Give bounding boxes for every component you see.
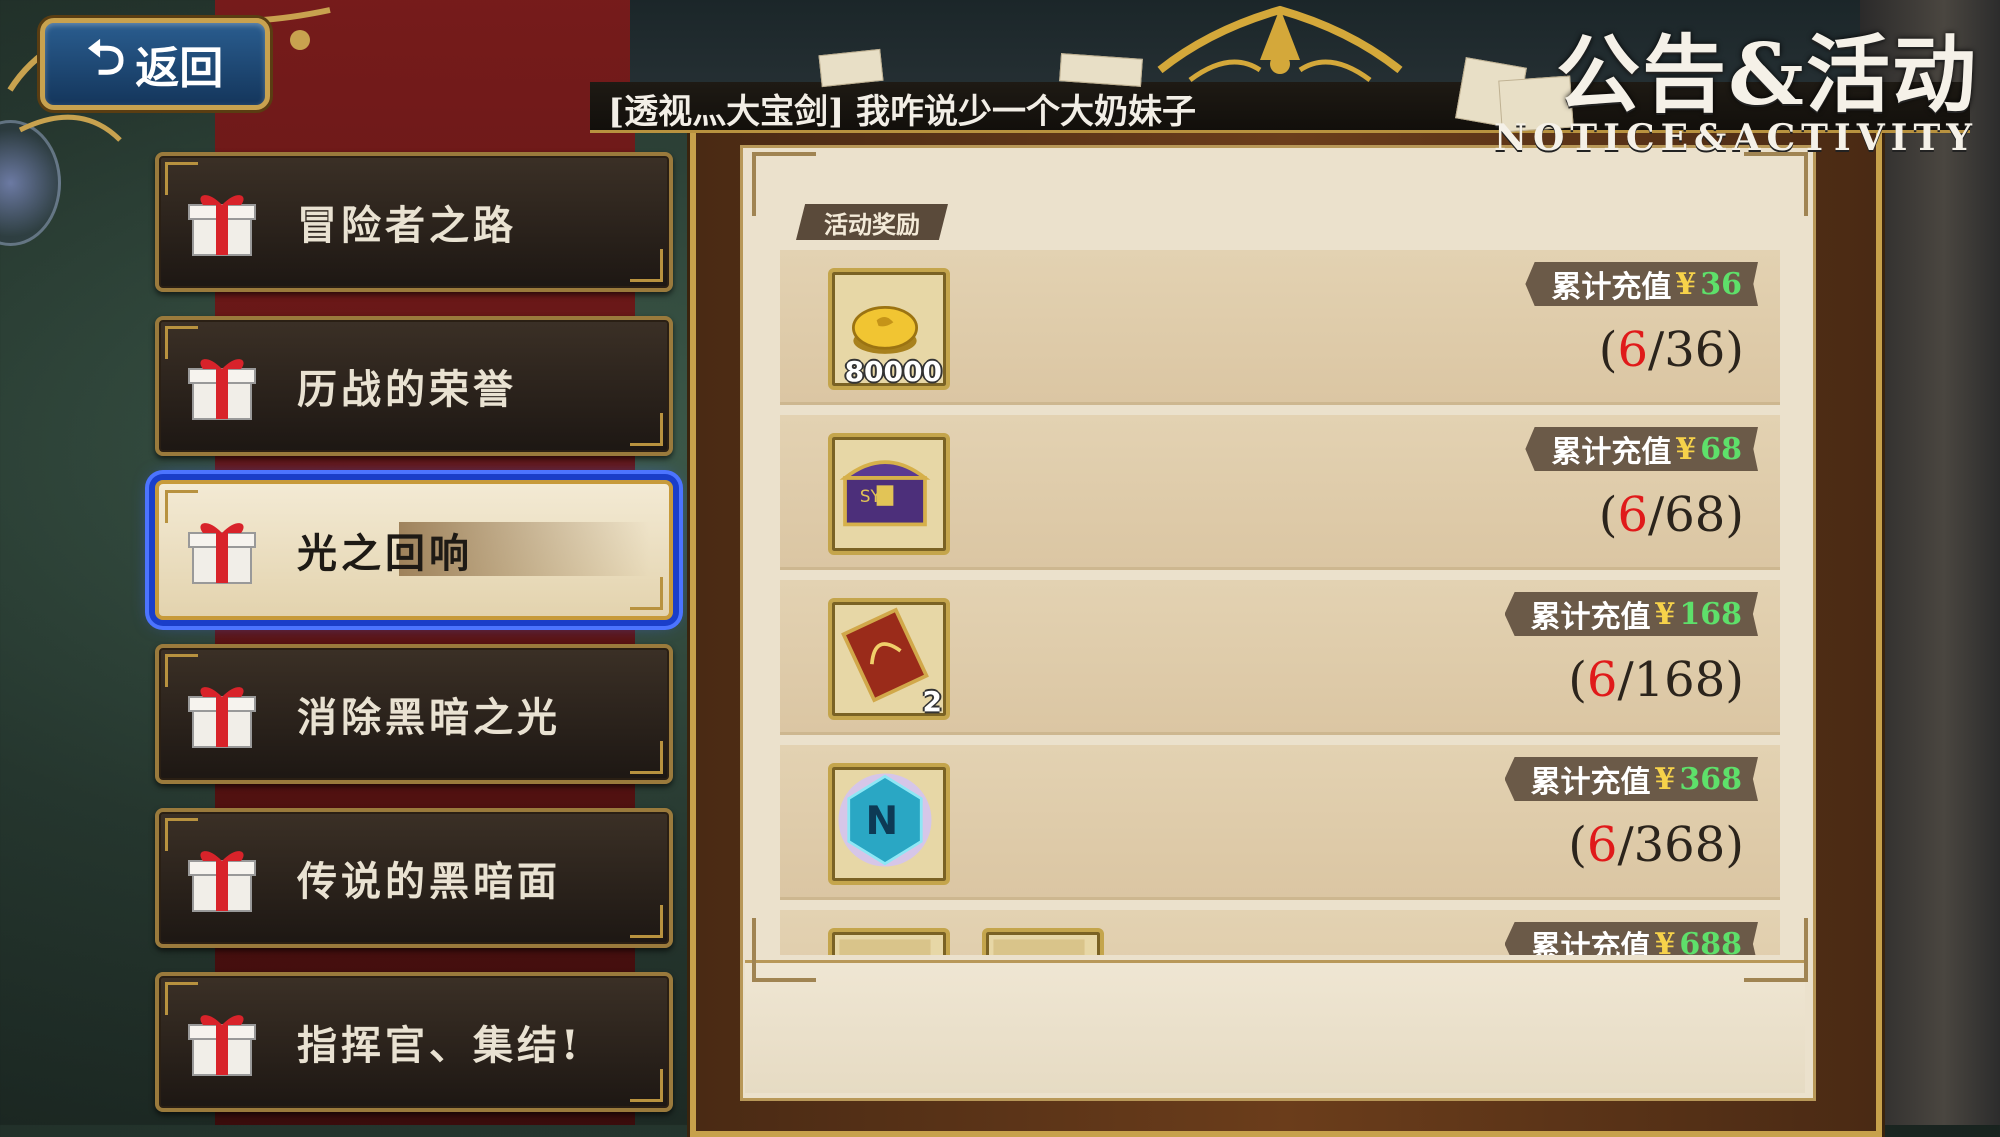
blue-crystal-icon[interactable]: N xyxy=(828,763,950,885)
reward-row: N 累计充值 ¥368 (6/368) xyxy=(780,745,1780,900)
gift-icon xyxy=(187,349,257,423)
partial-item-icon[interactable] xyxy=(982,928,1104,955)
corner-deco xyxy=(630,741,663,774)
menu-item[interactable]: 冒险者之路 xyxy=(155,152,673,292)
pinned-note xyxy=(1059,53,1143,87)
yen-icon: ¥ xyxy=(1654,596,1676,632)
yen-icon: ¥ xyxy=(1654,761,1676,797)
progress-text: (6/368) xyxy=(1568,817,1744,873)
progress-total: 368 xyxy=(1633,817,1726,873)
recharge-label: 累计充值 xyxy=(1530,765,1651,800)
gift-icon xyxy=(187,677,257,751)
cumulative-recharge-tag: 累计充值 ¥168 xyxy=(1504,592,1758,636)
menu-item-label: 指挥官、集结! xyxy=(297,1022,583,1069)
recharge-label: 累计充值 xyxy=(1530,600,1651,635)
recharge-label: 累计充值 xyxy=(1530,930,1651,955)
banner-text: [透视灬大宝剑] 我咋说少一个大奶妹子 xyxy=(608,92,1197,132)
reward-row: SY 累计充值 ¥68 (6/68) xyxy=(780,415,1780,570)
item-quantity: 80000 xyxy=(844,355,942,388)
recharge-amount: 36 xyxy=(1700,266,1742,302)
gold-coin-icon[interactable]: 80000 xyxy=(828,268,950,390)
progress-text: (6/68) xyxy=(1598,487,1744,543)
progress-total: 68 xyxy=(1664,487,1726,543)
progress-text: (6/168) xyxy=(1568,652,1744,708)
svg-text:N: N xyxy=(865,799,898,844)
frame-corner xyxy=(752,152,816,216)
corner-deco xyxy=(630,1069,663,1102)
progress-current: 6 xyxy=(1617,487,1649,543)
reward-list[interactable]: 80000 累计充值 ¥36 (6/36) SY 累计充值 ¥68 (6/68) 2 累计充值 ¥1… xyxy=(780,250,1780,955)
corner-deco xyxy=(630,905,663,938)
menu-item[interactable]: 消除黑暗之光 xyxy=(155,644,673,784)
menu-item-label: 消除黑暗之光 xyxy=(297,694,561,741)
crown-ornament xyxy=(1157,5,1403,83)
menu-item-label: 历战的荣誉 xyxy=(297,366,517,413)
progress-current: 6 xyxy=(1586,652,1618,708)
gift-icon xyxy=(187,1005,257,1079)
partial-item-icon[interactable] xyxy=(828,928,950,955)
gift-icon xyxy=(187,841,257,915)
progress-current: 6 xyxy=(1617,322,1649,378)
cumulative-recharge-tag: 累计充值 ¥36 xyxy=(1525,262,1758,306)
frame-corner xyxy=(1744,152,1808,216)
menu-item[interactable]: 历战的荣誉 xyxy=(155,316,673,456)
content-lower-area xyxy=(745,960,1805,1093)
cumulative-recharge-tag: 累计充值 ¥68 xyxy=(1525,427,1758,471)
page-subtitle: NOTICE&ACTIVITY xyxy=(1494,117,1978,159)
svg-text:SY: SY xyxy=(860,486,882,506)
ticket-icon[interactable]: 2 xyxy=(828,598,950,720)
recharge-amount: 688 xyxy=(1679,926,1742,956)
page-title: 公告&活动 xyxy=(1556,25,1978,124)
reward-row: 累计充值 ¥688 xyxy=(780,910,1780,955)
back-arrow-icon: ⮌ xyxy=(86,29,126,86)
back-button[interactable]: ⮌ 返回 xyxy=(40,18,270,110)
yen-icon: ¥ xyxy=(1654,926,1676,956)
recharge-label: 累计充值 xyxy=(1551,435,1672,470)
recharge-amount: 68 xyxy=(1700,431,1742,467)
menu-item[interactable]: 传说的黑暗面 xyxy=(155,808,673,948)
corner-deco xyxy=(630,413,663,446)
recharge-label: 累计充值 xyxy=(1551,270,1672,305)
recharge-amount: 168 xyxy=(1679,596,1742,632)
reward-row: 2 累计充值 ¥168 (6/168) xyxy=(780,580,1780,735)
corner-deco xyxy=(630,249,663,282)
gift-icon xyxy=(187,185,257,259)
treasure-chest-icon[interactable]: SY xyxy=(828,433,950,555)
gift-icon xyxy=(187,513,257,587)
orb-decoration xyxy=(0,120,61,246)
menu-item[interactable]: 指挥官、集结! xyxy=(155,972,673,1112)
menu-item-label: 冒险者之路 xyxy=(297,202,517,249)
cumulative-recharge-tag: 累计充值 ¥368 xyxy=(1504,757,1758,801)
yen-icon: ¥ xyxy=(1675,266,1697,302)
pinned-note xyxy=(818,48,884,88)
page-heading: 公告&活动 NOTICE&ACTIVITY xyxy=(1494,8,1978,159)
progress-total: 168 xyxy=(1633,652,1726,708)
menu-item-label: 光之回响 xyxy=(297,530,473,577)
yen-icon: ¥ xyxy=(1675,431,1697,467)
reward-row: 80000 累计充值 ¥36 (6/36) xyxy=(780,250,1780,405)
cumulative-recharge-tag: 累计充值 ¥688 xyxy=(1504,922,1758,956)
back-label: 返回 xyxy=(135,43,224,94)
progress-text: (6/36) xyxy=(1598,322,1744,378)
section-tag: 活动奖励 xyxy=(796,204,948,240)
menu-item-label: 传说的黑暗面 xyxy=(297,858,561,905)
item-quantity: 2 xyxy=(922,685,942,718)
menu-item[interactable]: 光之回响 xyxy=(155,480,673,620)
progress-total: 36 xyxy=(1664,322,1726,378)
recharge-amount: 368 xyxy=(1679,761,1742,797)
corner-deco xyxy=(630,577,663,610)
progress-current: 6 xyxy=(1586,817,1618,873)
